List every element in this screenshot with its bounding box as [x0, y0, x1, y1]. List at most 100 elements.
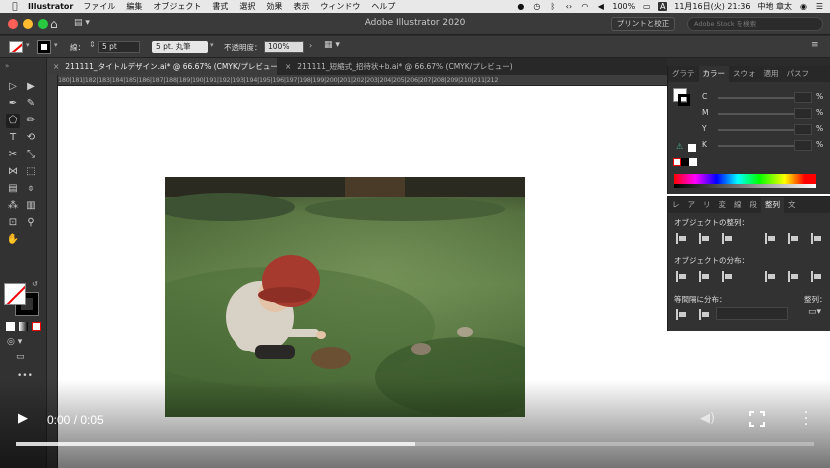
more-options-icon[interactable]: · · ·: [803, 406, 809, 432]
print-proof-button[interactable]: プリントと校正: [611, 17, 675, 31]
tab-paragraph[interactable]: 段: [746, 197, 762, 213]
brush-dropdown-icon[interactable]: ▾: [210, 41, 214, 49]
style-icon[interactable]: ▦ ▾: [324, 40, 340, 50]
menu-list-icon[interactable]: ☰: [815, 2, 824, 11]
align-left-icon[interactable]: [676, 233, 687, 244]
distribute-hspace-icon[interactable]: [699, 309, 710, 320]
symbol-sprayer-tool-icon[interactable]: ⁂: [6, 199, 20, 213]
out-of-gamut-icon[interactable]: ⚠: [676, 142, 683, 151]
line-icon[interactable]: ●: [516, 2, 525, 11]
tab-links[interactable]: リ: [699, 197, 715, 213]
swap-fill-stroke-icon[interactable]: ↺: [32, 280, 38, 288]
zoom-tool-icon[interactable]: ⚲: [24, 216, 38, 230]
menu-help[interactable]: ヘルプ: [371, 1, 395, 12]
white-swatch[interactable]: [689, 158, 697, 166]
menubar-clock[interactable]: 11月16日(火) 21:36: [674, 1, 750, 12]
align-bottom-icon[interactable]: [811, 233, 822, 244]
menu-file[interactable]: ファイル: [83, 1, 115, 12]
menu-edit[interactable]: 編集: [126, 1, 142, 12]
ellipse-tool-icon[interactable]: ⬠: [6, 114, 20, 128]
pen-tool-icon[interactable]: ✒: [6, 97, 20, 111]
distribute-bottom-icon[interactable]: [722, 271, 733, 282]
app-menu[interactable]: Illustrator: [28, 2, 73, 11]
align-vcenter-icon[interactable]: [788, 233, 799, 244]
timemachine-icon[interactable]: ◷: [532, 2, 541, 11]
tab-align[interactable]: 整列: [761, 197, 784, 213]
draw-mode-icon[interactable]: ◎ ▾: [7, 337, 22, 347]
magenta-slider[interactable]: M%: [702, 108, 823, 120]
distribute-right-icon[interactable]: [811, 271, 822, 282]
graph-tool-icon[interactable]: ▥: [24, 199, 38, 213]
volume-icon[interactable]: ◀: [596, 2, 605, 11]
input-method-icon[interactable]: A: [658, 2, 668, 11]
screen-mode-icon[interactable]: ▭: [16, 352, 25, 362]
hand-tool-icon[interactable]: ✋: [6, 233, 20, 247]
spacing-value-field[interactable]: [716, 307, 788, 320]
align-right-icon[interactable]: [722, 233, 733, 244]
tab-stroke[interactable]: 線: [730, 197, 746, 213]
tab-layers[interactable]: レ: [668, 197, 684, 213]
apple-menu-icon[interactable]: : [8, 2, 22, 12]
close-tab-icon[interactable]: ×: [285, 62, 291, 71]
fill-color-box[interactable]: [4, 283, 26, 305]
eyedropper-tool-icon[interactable]: ⌽: [24, 182, 38, 196]
tab-color[interactable]: カラー: [698, 66, 729, 82]
tab-apply[interactable]: 適用: [760, 66, 783, 82]
tab-artboards[interactable]: ア: [684, 197, 700, 213]
distribute-vcenter-icon[interactable]: [699, 271, 710, 282]
artboard-tool-icon[interactable]: ⊡: [6, 216, 20, 230]
stroke-stepper-icon[interactable]: ⇕: [89, 40, 96, 49]
menu-view[interactable]: 表示: [293, 1, 309, 12]
tab-document-1[interactable]: × 211111_タイトルデザイン.ai* @ 66.67% (CMYK/プレビュ…: [47, 58, 277, 75]
collapse-toolbar-icon[interactable]: »: [5, 62, 9, 70]
menu-effect[interactable]: 効果: [266, 1, 282, 12]
siri-icon[interactable]: ◉: [799, 2, 808, 11]
brush-selector[interactable]: 5 pt. 丸筆: [152, 41, 208, 53]
color-spectrum[interactable]: [674, 174, 816, 188]
wifi-icon[interactable]: ◠: [580, 2, 589, 11]
code-icon[interactable]: ‹›: [564, 2, 573, 11]
cyan-slider[interactable]: C%: [702, 92, 823, 104]
menu-window[interactable]: ウィンドウ: [320, 1, 360, 12]
panel-stroke-swatch[interactable]: [678, 94, 690, 106]
battery-icon[interactable]: ▭: [642, 2, 651, 11]
fill-swatch[interactable]: [9, 41, 23, 53]
direct-selection-tool-icon[interactable]: ▶: [24, 80, 38, 94]
black-swatch[interactable]: [681, 158, 689, 166]
none-mode-icon[interactable]: [32, 322, 41, 331]
align-hcenter-icon[interactable]: [699, 233, 710, 244]
stock-search-input[interactable]: Adobe Stock を検索: [687, 17, 823, 31]
slider-track[interactable]: [718, 145, 798, 147]
free-transform-tool-icon[interactable]: ⬚: [24, 165, 38, 179]
tab-document-2[interactable]: × 211111_短縮式_招待状+b.ai* @ 66.67% (CMYK/プレビ…: [279, 58, 667, 75]
distribute-hcenter-icon[interactable]: [788, 271, 799, 282]
menubar-user[interactable]: 中地 章太: [757, 1, 792, 12]
fullscreen-icon[interactable]: [749, 411, 765, 427]
magenta-value-field[interactable]: [794, 108, 812, 119]
black-slider[interactable]: K%: [702, 140, 823, 152]
tab-character[interactable]: 文: [784, 197, 800, 213]
slider-track[interactable]: [718, 113, 798, 115]
distribute-vspace-icon[interactable]: [676, 309, 687, 320]
stroke-swatch[interactable]: [37, 40, 51, 54]
distribute-left-icon[interactable]: [765, 271, 776, 282]
tab-transform[interactable]: 変: [715, 197, 731, 213]
volume-muted-icon[interactable]: ◀): [700, 411, 718, 427]
none-swatch[interactable]: [673, 158, 681, 166]
opacity-field[interactable]: 100%: [264, 41, 304, 53]
yellow-slider[interactable]: Y%: [702, 124, 823, 136]
cyan-value-field[interactable]: [794, 92, 812, 103]
gradient-mode-icon[interactable]: [19, 322, 28, 331]
align-to-dropdown-icon[interactable]: ▭▾: [808, 307, 821, 317]
selection-tool-icon[interactable]: ▷: [6, 80, 20, 94]
fill-dropdown-icon[interactable]: ▾: [26, 41, 30, 49]
tab-pathfinder[interactable]: パスフ: [783, 66, 814, 82]
slider-track[interactable]: [718, 97, 798, 99]
align-top-icon[interactable]: [765, 233, 776, 244]
control-bar-menu-icon[interactable]: ≡: [811, 40, 819, 50]
scissors-tool-icon[interactable]: ✂: [6, 148, 20, 162]
rotate-tool-icon[interactable]: ⟲: [24, 131, 38, 145]
bluetooth-icon[interactable]: ᛒ: [548, 2, 557, 11]
black-value-field[interactable]: [794, 140, 812, 151]
stroke-dropdown-icon[interactable]: ▾: [54, 41, 58, 49]
